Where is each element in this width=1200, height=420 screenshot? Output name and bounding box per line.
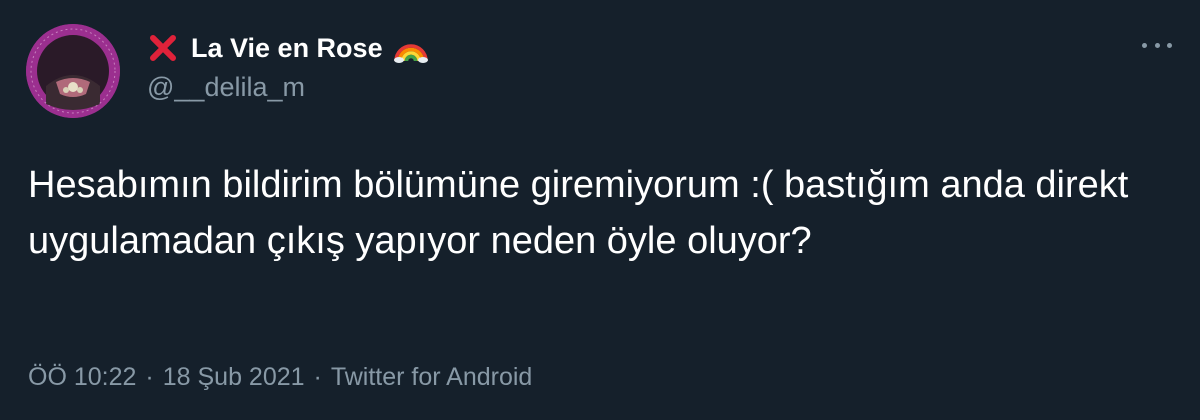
- more-options-icon[interactable]: [1142, 35, 1172, 55]
- avatar[interactable]: [26, 24, 120, 118]
- rainbow-icon: [393, 44, 428, 63]
- avatar-image: [26, 24, 120, 118]
- tweet-text: Hesabımın bildirim bölümüne giremiyorum …: [28, 164, 1129, 262]
- red-x-mark-icon: [150, 35, 176, 61]
- meta-separator: ·: [145, 363, 154, 391]
- more-dot: [1154, 42, 1160, 48]
- tweet-metadata: ÖÖ 10:22 · 18 Şub 2021 · Twitter for Android: [28, 363, 532, 392]
- more-dot: [1167, 42, 1172, 48]
- more-dot: [1142, 42, 1147, 48]
- tweet-date[interactable]: 18 Şub 2021: [163, 363, 305, 391]
- user-handle[interactable]: @__delila_m: [147, 72, 305, 103]
- meta-separator: ·: [313, 363, 322, 391]
- display-name[interactable]: La Vie en Rose: [191, 33, 383, 64]
- tweet-time[interactable]: ÖÖ 10:22: [28, 363, 136, 391]
- author-name-row[interactable]: La Vie en Rose: [147, 30, 429, 66]
- tweet-source[interactable]: Twitter for Android: [331, 363, 532, 391]
